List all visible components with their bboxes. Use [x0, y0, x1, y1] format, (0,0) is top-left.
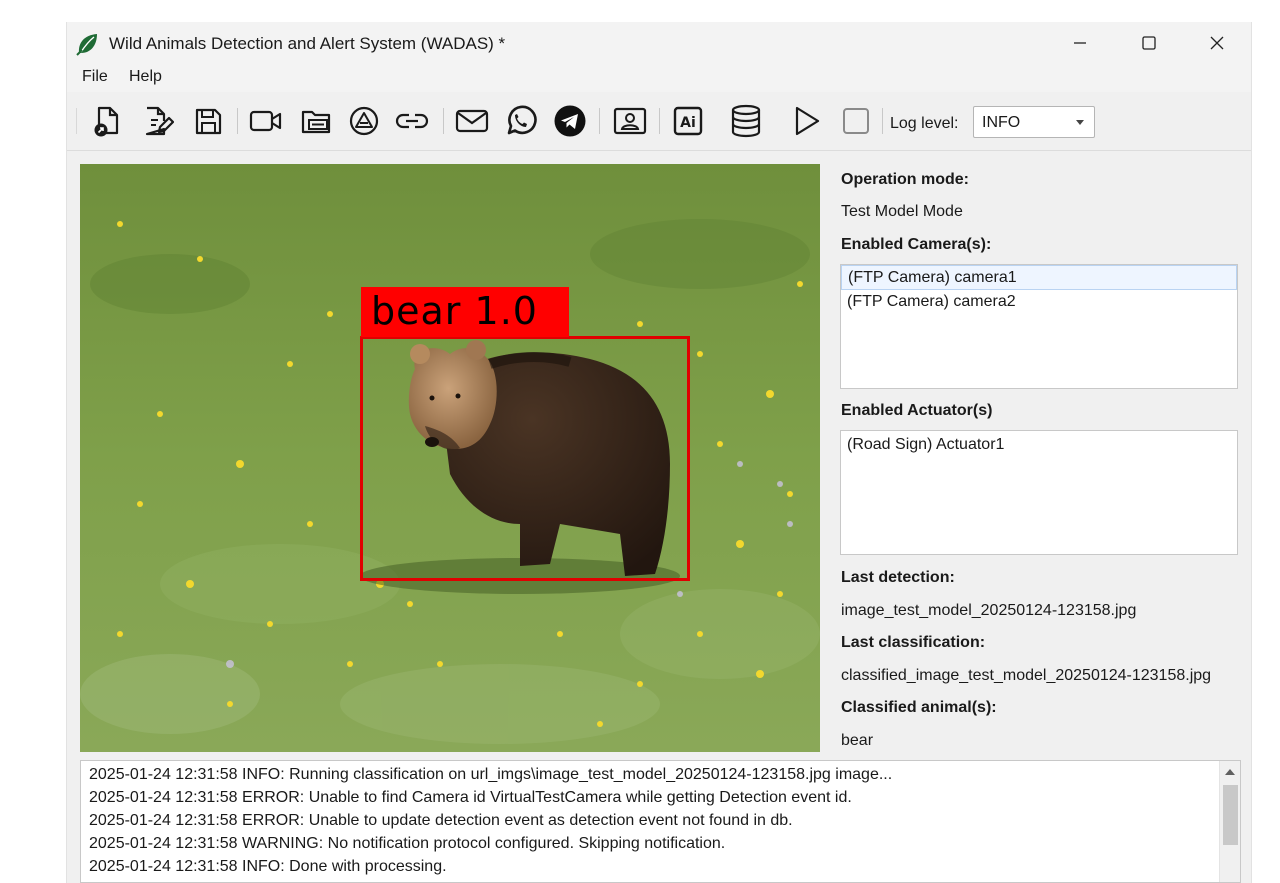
ftp-server-button[interactable]: [299, 104, 333, 138]
menu-bar: File Help: [67, 64, 1251, 92]
detection-label: bear 1.0: [371, 289, 538, 333]
classified-animals-label: Classified animal(s):: [841, 699, 997, 716]
email-notification-button[interactable]: [455, 104, 489, 138]
last-detection-label: Last detection:: [841, 569, 955, 586]
minimize-button[interactable]: [1047, 22, 1113, 64]
last-detection-value: image_test_model_20250124-123158.jpg: [841, 602, 1137, 619]
detection-score: 1.0: [474, 289, 538, 333]
maximize-button[interactable]: [1116, 22, 1182, 64]
toolbar-separator: [237, 108, 238, 134]
last-classification-value: classified_image_test_model_20250124-123…: [841, 667, 1212, 684]
actuator-list-item[interactable]: (Road Sign) Actuator1: [841, 433, 1237, 456]
toolbar-separator: [882, 108, 883, 134]
title-bar: Wild Animals Detection and Alert System …: [67, 22, 1251, 64]
play-icon: [795, 106, 820, 136]
user-settings-button[interactable]: [613, 104, 647, 138]
ai-model-icon: [349, 106, 379, 136]
log-line: 2025-01-24 12:31:58 ERROR: Unable to upd…: [89, 812, 793, 829]
chevron-down-icon: [1076, 120, 1084, 125]
last-classification-label: Last classification:: [841, 634, 986, 651]
camera-icon: [249, 110, 282, 132]
save-icon: [195, 108, 222, 135]
camera-settings-button[interactable]: [249, 104, 283, 138]
link-icon: [395, 113, 429, 129]
operation-mode-value: Test Model Mode: [841, 203, 963, 220]
ftp-server-icon: [301, 110, 331, 134]
log-level-value: INFO: [982, 114, 1021, 131]
maximize-icon: [1142, 36, 1156, 50]
detection-bounding-box: [360, 336, 690, 581]
operation-mode-label: Operation mode:: [841, 171, 970, 188]
toolbar-separator: [659, 108, 660, 134]
whatsapp-notification-button[interactable]: [503, 104, 537, 138]
toolbar-separator: [443, 108, 444, 134]
detection-class: bear: [371, 289, 462, 333]
telegram-icon: [554, 105, 586, 137]
menu-help[interactable]: Help: [129, 68, 162, 86]
contact-card-icon: [613, 107, 647, 135]
scroll-up-icon[interactable]: [1225, 769, 1235, 775]
toolbar: Ai Log level: INFO: [67, 92, 1251, 151]
detection-image: bear 1.0: [80, 164, 820, 752]
log-level-select[interactable]: INFO: [973, 106, 1095, 138]
ai-configuration-button[interactable]: Ai: [671, 104, 705, 138]
database-icon: [731, 104, 761, 138]
close-icon: [1210, 36, 1224, 50]
log-line: 2025-01-24 12:31:58 INFO: Running classi…: [89, 766, 893, 783]
save-button[interactable]: [191, 104, 225, 138]
camera-list-item[interactable]: (FTP Camera) camera1: [841, 265, 1237, 290]
log-line: 2025-01-24 12:31:58 WARNING: No notifica…: [89, 835, 726, 852]
log-line: 2025-01-24 12:31:58 ERROR: Unable to fin…: [89, 789, 852, 806]
detection-label-box: bear 1.0: [361, 287, 569, 337]
svg-text:Ai: Ai: [680, 115, 696, 131]
edit-file-icon: [145, 106, 174, 136]
edit-project-button[interactable]: [141, 104, 175, 138]
stop-icon: [843, 108, 869, 134]
open-project-button[interactable]: [91, 104, 125, 138]
actuator-link-button[interactable]: [395, 104, 429, 138]
camera-list-item[interactable]: (FTP Camera) camera2: [841, 290, 1237, 313]
scroll-thumb[interactable]: [1223, 785, 1238, 845]
email-icon: [455, 109, 489, 133]
stop-button[interactable]: [839, 104, 873, 138]
log-console[interactable]: 2025-01-24 12:31:58 INFO: Running classi…: [80, 760, 1241, 883]
close-button[interactable]: [1184, 22, 1250, 64]
toolbar-grip: [76, 108, 77, 134]
enabled-actuators-label: Enabled Actuator(s): [841, 402, 993, 419]
ai-model-button[interactable]: [347, 104, 381, 138]
enabled-actuators-list[interactable]: (Road Sign) Actuator1: [840, 430, 1238, 555]
menu-file[interactable]: File: [82, 68, 108, 86]
leaf-icon: [76, 34, 97, 56]
enabled-cameras-list[interactable]: (FTP Camera) camera1 (FTP Camera) camera…: [840, 264, 1238, 389]
toolbar-separator: [599, 108, 600, 134]
log-scrollbar[interactable]: [1219, 761, 1240, 882]
telegram-notification-button[interactable]: [553, 104, 587, 138]
database-button[interactable]: [729, 104, 763, 138]
open-project-icon: [94, 106, 119, 137]
minimize-icon: [1074, 42, 1086, 44]
log-line: 2025-01-24 12:31:58 INFO: Done with proc…: [89, 858, 447, 875]
ai-icon: Ai: [673, 106, 703, 136]
classified-animals-value: bear: [841, 732, 874, 749]
whatsapp-icon: [507, 105, 537, 135]
run-button[interactable]: [789, 104, 823, 138]
enabled-cameras-label: Enabled Camera(s):: [841, 236, 992, 253]
log-level-label: Log level:: [890, 115, 959, 132]
window-title: Wild Animals Detection and Alert System …: [109, 34, 506, 53]
app-window: Wild Animals Detection and Alert System …: [66, 22, 1252, 883]
